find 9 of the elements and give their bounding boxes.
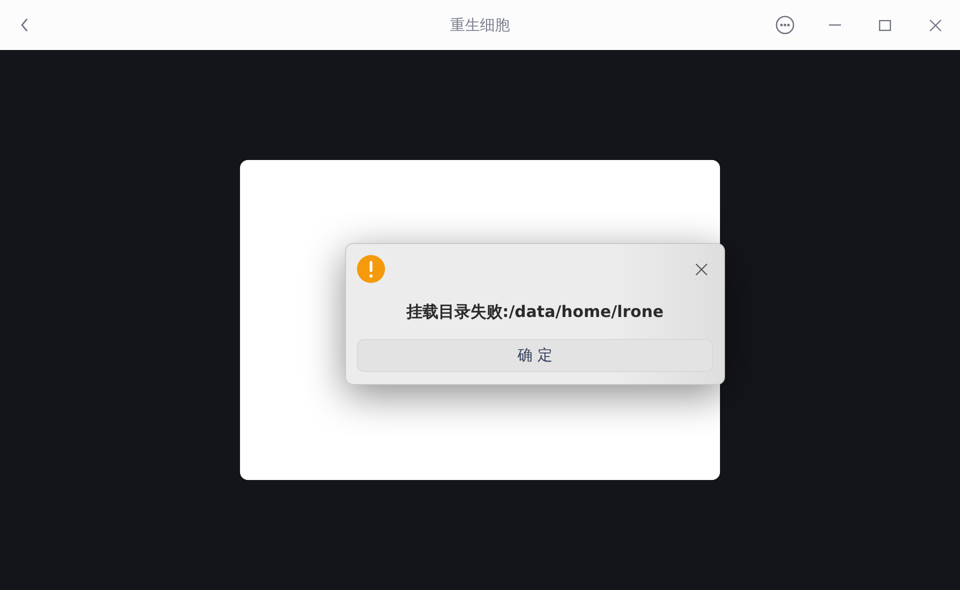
close-icon[interactable]	[694, 262, 708, 276]
window-title: 重生细胞	[450, 16, 510, 34]
maximize-icon[interactable]	[879, 20, 891, 30]
minimize-icon[interactable]	[828, 24, 842, 26]
confirm-button[interactable]: 确 定	[357, 339, 713, 372]
warning-icon	[357, 255, 385, 283]
error-message: 挂载目录失败:/data/home/lrone	[405, 302, 665, 323]
back-icon[interactable]	[20, 18, 30, 32]
close-icon[interactable]	[928, 18, 942, 32]
